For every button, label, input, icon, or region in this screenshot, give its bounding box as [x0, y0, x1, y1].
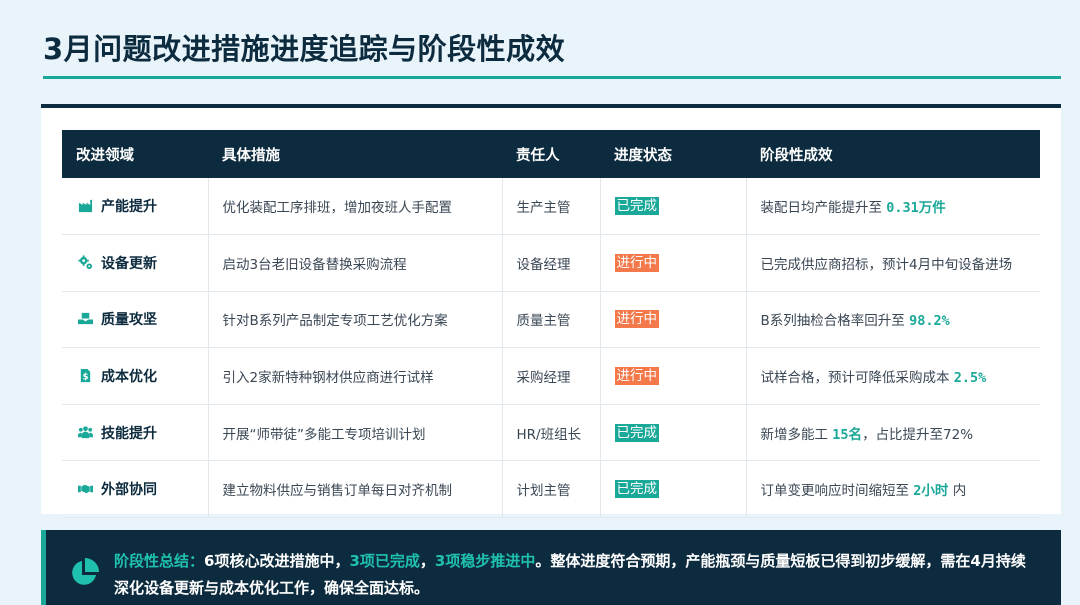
cell-measure: 优化装配工序排班，增加夜班人手配置: [207, 178, 502, 236]
summary-highlight-done: 3项已完成: [349, 552, 420, 570]
cell-owner: 质量主管: [501, 291, 600, 349]
cell-result: 新增多能工 15名，占比提升至72%: [745, 404, 1040, 462]
cell-status: 已完成: [599, 404, 746, 462]
page-title: 3月问题改进措施进度追踪与阶段性成效: [43, 32, 566, 66]
summary-highlight-doing: 3项稳步推进中: [434, 552, 536, 570]
summary-part: 6项核心改进措施中，: [204, 552, 350, 570]
cell-measure: 开展“师带徒”多能工专项培训计划: [207, 404, 502, 462]
cell-measure: 引入2家新特种钢材供应商进行试样: [207, 347, 502, 405]
table-row: 质量攻坚 针对B系列产品制定专项工艺优化方案 质量主管 进行中 B系列抽检合格率回升至 …: [62, 291, 1040, 349]
cell-measure: 建立物料供应与销售订单每日对齐机制: [207, 460, 502, 519]
cell-owner: 采购经理: [501, 347, 600, 405]
summary-box: 阶段性总结：6项核心改进措施中，3项已完成，3项稳步推进中。整体进度符合预期，产…: [41, 530, 1061, 605]
result-text: 内: [948, 483, 967, 500]
header-measure: 具体措施: [222, 147, 280, 164]
cell-result: 已完成供应商招标，预计4月中旬设备进场: [745, 234, 1040, 292]
cell-status: 已完成: [599, 178, 746, 236]
status-badge: 已完成: [614, 480, 659, 499]
cell-owner: 生产主管: [501, 178, 600, 236]
cell-measure: 启动3台老旧设备替换采购流程: [207, 234, 502, 292]
area-label: 产能提升: [101, 199, 157, 216]
result-highlight: 98.2%: [909, 313, 950, 330]
cell-area: 设备更新: [62, 234, 208, 292]
cell-owner: 设备经理: [501, 234, 600, 292]
result-text: 新增多能工: [760, 426, 833, 443]
table-row: 外部协同 建立物料供应与销售订单每日对齐机制 计划主管 已完成 订单变更响应时间缩短至 …: [62, 460, 1040, 519]
cell-area: 产能提升: [62, 178, 208, 236]
header-result: 阶段性成效: [760, 147, 833, 164]
cell-status: 进行中: [599, 234, 746, 292]
summary-part: ，: [419, 552, 435, 570]
result-text: 装配日均产能提升至: [760, 200, 887, 217]
cell-status: 进行中: [599, 291, 746, 349]
table-row: $ 成本优化 引入2家新特种钢材供应商进行试样 采购经理 进行中 试样合格，预计可降低采购…: [62, 347, 1040, 405]
cell-status: 已完成: [599, 460, 746, 519]
result-highlight: 0.31万件: [886, 200, 946, 217]
result-text: 已完成供应商招标，预计4月中旬设备进场: [760, 256, 1013, 273]
header-status: 进度状态: [614, 147, 672, 164]
header-area: 改进领域: [76, 147, 134, 164]
table-header-row: 改进领域 具体措施 责任人 进度状态 阶段性成效: [62, 130, 1040, 178]
result-text: 订单变更响应时间缩短至: [760, 483, 914, 500]
area-label: 成本优化: [101, 369, 157, 386]
cell-measure: 针对B系列产品制定专项工艺优化方案: [207, 291, 502, 349]
factory-icon: [78, 198, 93, 213]
status-badge: 进行中: [614, 310, 659, 329]
result-highlight: 2小时: [913, 483, 949, 500]
result-text: 试样合格，预计可降低采购成本: [760, 370, 954, 387]
cell-area: 质量攻坚: [62, 291, 208, 349]
status-badge: 进行中: [614, 253, 659, 272]
result-highlight: 2.5%: [953, 370, 987, 387]
gears-icon: [78, 255, 93, 270]
status-badge: 进行中: [614, 367, 659, 386]
result-text: B系列抽检合格率回升至: [760, 313, 910, 330]
area-label: 质量攻坚: [101, 312, 157, 329]
dollar-file-icon: $: [78, 368, 93, 383]
summary-text: 阶段性总结：6项核心改进措施中，3项已完成，3项稳步推进中。整体进度符合预期，产…: [114, 548, 1039, 602]
table-row: 设备更新 启动3台老旧设备替换采购流程 设备经理 进行中 已完成供应商招标，预计4月中旬…: [62, 234, 1040, 292]
status-badge: 已完成: [614, 197, 659, 216]
cell-result: B系列抽检合格率回升至 98.2%: [745, 291, 1040, 349]
table-row: 技能提升 开展“师带徒”多能工专项培训计划 HR/班组长 已完成 新增多能工 15名，占…: [62, 404, 1040, 462]
progress-card: 改进领域 具体措施 责任人 进度状态 阶段性成效 产能提升 优化装配工序排班，增加…: [41, 104, 1061, 519]
progress-table: 改进领域 具体措施 责任人 进度状态 阶段性成效 产能提升 优化装配工序排班，增加…: [62, 130, 1040, 519]
cell-owner: 计划主管: [501, 460, 600, 519]
hands-box-icon: [78, 311, 93, 326]
handshake-icon: [78, 481, 93, 496]
cell-area: 技能提升: [62, 404, 208, 462]
header-owner: 责任人: [516, 147, 560, 164]
result-highlight: 15名: [832, 426, 863, 443]
result-text: ，占比提升至72%: [862, 426, 974, 443]
status-badge: 已完成: [614, 423, 659, 442]
cell-result: 装配日均产能提升至 0.31万件: [745, 178, 1040, 236]
pie-chart-icon: [72, 558, 99, 585]
area-label: 外部协同: [101, 482, 157, 499]
area-label: 设备更新: [101, 255, 157, 272]
summary-label: 阶段性总结：: [114, 552, 205, 570]
area-label: 技能提升: [101, 425, 157, 442]
cell-result: 订单变更响应时间缩短至 2小时 内: [745, 460, 1040, 519]
users-icon: [78, 425, 93, 440]
title-underline: [43, 76, 1061, 79]
table-row: 产能提升 优化装配工序排班，增加夜班人手配置 生产主管 已完成 装配日均产能提升至 0.…: [62, 178, 1040, 236]
cell-area: $ 成本优化: [62, 347, 208, 405]
cell-owner: HR/班组长: [501, 404, 600, 462]
cell-area: 外部协同: [62, 460, 208, 519]
cell-result: 试样合格，预计可降低采购成本 2.5%: [745, 347, 1040, 405]
cell-status: 进行中: [599, 347, 746, 405]
svg-text:$: $: [83, 372, 89, 382]
